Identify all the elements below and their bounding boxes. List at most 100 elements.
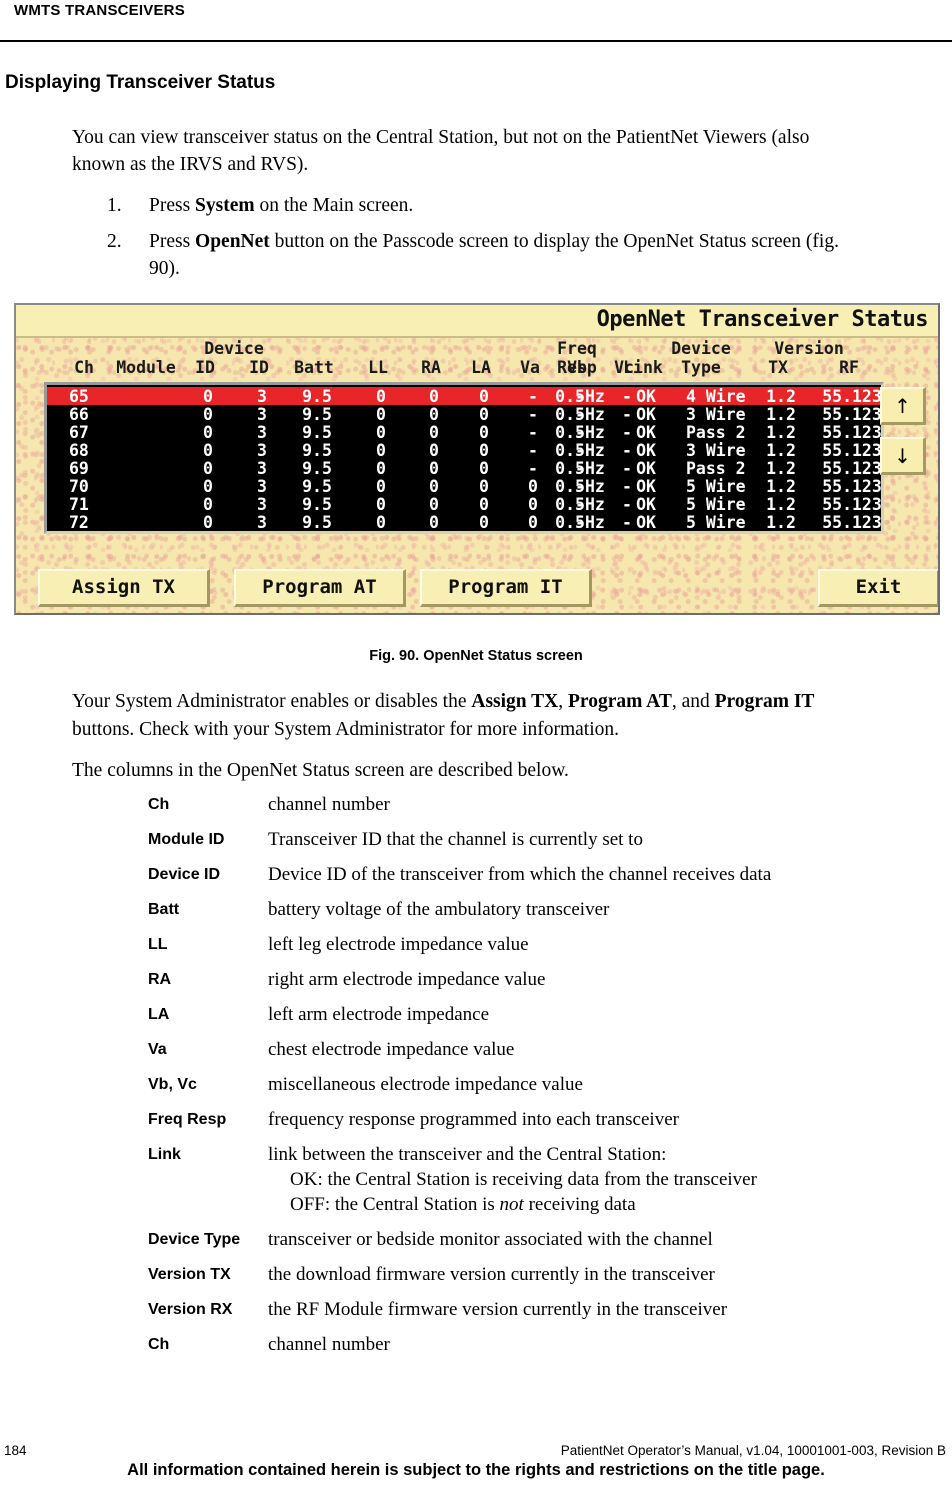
- cell-freq-resp: 0.5Hz: [555, 495, 605, 514]
- exit-button[interactable]: Exit: [818, 569, 938, 607]
- cell-version-rf: 55.123: [822, 477, 882, 496]
- glossary-row: Version TX the download firmware version …: [148, 1262, 948, 1287]
- cell-ch: 71: [69, 495, 89, 514]
- glossary-definition-main: chest electrode impedance value: [268, 1039, 515, 1060]
- page-title: Displaying Transceiver Status: [5, 72, 276, 93]
- table-row[interactable]: 65 0 3 9.5 0 0 0- - -0.5Hz OK 4 Wire 1.2 55.123: [47, 387, 881, 406]
- cell-va: -: [528, 387, 538, 406]
- scroll-up-button[interactable]: ↑: [880, 387, 926, 425]
- cell-link: OK: [636, 441, 656, 460]
- glossary-definition-main: left arm electrode impedance: [268, 1004, 490, 1025]
- table-row[interactable]: 69 0 3 9.5 0 0 0- - -0.5Hz OK Pass 2 1.2 55.123: [47, 459, 881, 478]
- glossary-row: Ch channel number: [148, 1332, 948, 1357]
- glossary-row: Link link between the transceiver and the…: [148, 1142, 948, 1217]
- cell-batt: 9.5: [302, 423, 332, 442]
- glossary-definition-main: the RF Module firmware version currently…: [268, 1299, 728, 1320]
- cell-link: OK: [636, 513, 656, 532]
- cell-link: OK: [636, 459, 656, 478]
- cell-batt: 9.5: [302, 387, 332, 406]
- cell-va: 0: [528, 477, 538, 496]
- program-at-button[interactable]: Program AT: [234, 569, 406, 607]
- program-it-button[interactable]: Program IT: [420, 569, 592, 607]
- transceiver-status-grid[interactable]: 65 0 3 9.5 0 0 0- - -0.5Hz OK 4 Wire 1.2 55.123 66 0 3 9…: [44, 382, 884, 534]
- scroll-down-button[interactable]: ↓: [880, 437, 926, 475]
- screen-title-bar: OpenNet Transceiver Status: [16, 305, 938, 338]
- cell-ll: 0: [376, 423, 386, 442]
- glossary-definition-main: left leg electrode impedance value: [268, 934, 529, 955]
- glossary-definition: transceiver or bedside monitor associate…: [268, 1227, 948, 1252]
- cell-version-rf: 55.123: [822, 441, 882, 460]
- cell-batt: 9.5: [302, 477, 332, 496]
- glossary-term: RA: [148, 971, 172, 988]
- table-row[interactable]: 68 0 3 9.5 0 0 0- - -0.5Hz OK 3 Wire 1.2 55.123: [47, 441, 882, 460]
- glossary-term: Module ID: [148, 831, 225, 848]
- glossary-row: Version RX the RF Module firmware version…: [148, 1297, 948, 1322]
- header-la: LA: [471, 358, 491, 377]
- admin-note-a: Your System Administrator enables or dis…: [72, 691, 472, 712]
- table-row[interactable]: 72 0 3 9.5 0 0 0 0- -0.5Hz OK 5 Wire 1.2 55.123: [47, 513, 881, 531]
- glossary-term: Device ID: [148, 866, 221, 883]
- cell-vc: -: [622, 387, 632, 406]
- glossary-row: Batt battery voltage of the ambulatory tr…: [148, 897, 948, 922]
- table-row[interactable]: 71 0 3 9.5 0 0 0 0- -0.5Hz OK 5 Wire 1.2 55.123: [47, 495, 882, 514]
- table-row[interactable]: 66 0 3 9.5 0 0 0- - -0.5Hz OK 3 Wire 1.2 55.123: [47, 405, 881, 424]
- header-ll: LL: [368, 358, 388, 377]
- table-row[interactable]: 70 0 3 9.5 0 0 0 0- -0.5Hz OK 5 Wire 1.2 55.123: [47, 477, 882, 496]
- header-rule: [0, 40, 952, 42]
- footer-notice: All information contained herein is subj…: [127, 1461, 825, 1479]
- cell-id: 3: [257, 477, 267, 496]
- cell-ra: 0: [429, 405, 439, 424]
- cell-va: -: [528, 405, 538, 424]
- cell-device-type: Pass 2: [686, 459, 746, 478]
- glossary-term: Link: [148, 1146, 181, 1163]
- grid-column-headers: Device Freq Device Version Ch Module ID …: [16, 339, 874, 379]
- cell-vc: -: [622, 459, 632, 478]
- cell-va: -: [528, 441, 538, 460]
- glossary-definition-main: Transceiver ID that the channel is curre…: [268, 829, 643, 850]
- figure-caption: Fig. 90. OpenNet Status screen: [369, 648, 583, 664]
- glossary-row: LL left leg electrode impedance value: [148, 932, 948, 957]
- cell-batt: 9.5: [302, 459, 332, 478]
- screen-title: OpenNet Transceiver Status: [596, 307, 929, 332]
- cell-freq-resp: 0.5Hz: [555, 387, 605, 406]
- cell-freq-resp: 0.5Hz: [555, 513, 605, 532]
- glossary-definition: the download firmware version currently …: [268, 1262, 948, 1287]
- running-head: WMTS TRANSCEIVERS: [14, 2, 185, 19]
- cell-ra: 0: [429, 513, 439, 532]
- cell-la: 0: [479, 477, 489, 496]
- sub-off-post: receiving data: [523, 1194, 636, 1215]
- opennet-status-screen-figure: OpenNet Transceiver Status Device Freq D…: [14, 303, 940, 615]
- glossary-definition: battery voltage of the ambulatory transc…: [268, 897, 948, 922]
- step-text-bold: System: [195, 195, 255, 216]
- cell-ra: 0: [429, 423, 439, 442]
- glossary-definition-main: right arm electrode impedance value: [268, 969, 546, 990]
- glossary-term: Ch: [148, 1336, 170, 1353]
- cell-id: 3: [257, 405, 267, 424]
- cell-ra: 0: [429, 495, 439, 514]
- cell-ra: 0: [429, 441, 439, 460]
- header-device-id: ID: [249, 358, 269, 377]
- cell-device-type: 3 Wire: [686, 441, 746, 460]
- step-text-bold: OpenNet: [195, 231, 270, 252]
- glossary-definition-main: battery voltage of the ambulatory transc…: [268, 899, 610, 920]
- cell-id: 3: [257, 459, 267, 478]
- glossary-definition-sub-ok: OK: the Central Station is receiving dat…: [290, 1169, 757, 1190]
- glossary-definition-main: channel number: [268, 794, 390, 815]
- cell-la: 0: [479, 441, 489, 460]
- columns-intro-paragraph: The columns in the OpenNet Status screen…: [72, 760, 569, 781]
- admin-note-e: buttons. Check with your System Administ…: [72, 719, 620, 740]
- glossary-definition-main: the download firmware version currently …: [268, 1264, 715, 1285]
- table-row[interactable]: 67 0 3 9.5 0 0 0- - -0.5Hz OK Pass 2 1.2 55.123: [47, 423, 881, 442]
- cell-version-rf: 55.123: [822, 495, 882, 514]
- glossary-term: Freq Resp: [148, 1111, 227, 1128]
- admin-note-d: , and: [671, 691, 715, 712]
- cell-device-id: 0: [203, 387, 213, 406]
- glossary-definition: left arm electrode impedance: [268, 1002, 948, 1027]
- assign-tx-button[interactable]: Assign TX: [38, 569, 210, 607]
- page-number: 184: [4, 1443, 27, 1458]
- step-number: 1.: [107, 195, 122, 216]
- glossary-definition: Transceiver ID that the channel is curre…: [268, 827, 948, 852]
- cell-ll: 0: [376, 495, 386, 514]
- glossary-definition: the RF Module firmware version currently…: [268, 1297, 948, 1322]
- cell-version-tx: 1.2: [766, 495, 796, 514]
